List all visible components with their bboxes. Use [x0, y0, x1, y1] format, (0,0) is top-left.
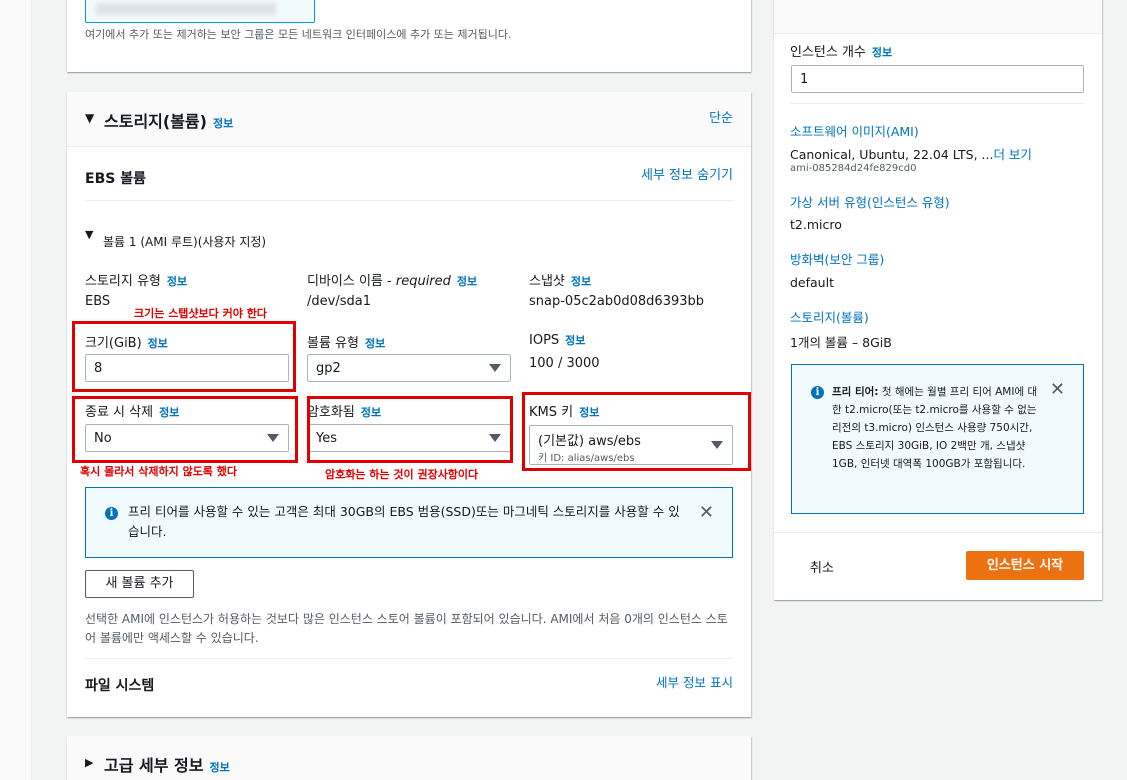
ami-instance-store-note: 선택한 AMI에 인스턴스가 허용하는 것보다 많은 인스턴스 스토어 볼륨이 … — [85, 612, 728, 645]
storage-type-value: EBS — [85, 294, 111, 309]
expand-caret-icon[interactable]: ▶ — [85, 756, 93, 769]
instance-type-link[interactable]: 가상 서버 유형(인스턴스 유형) — [790, 192, 950, 211]
firewall-link[interactable]: 방화벽(보안 그룹) — [790, 249, 884, 268]
device-name-label: 디바이스 이름 - required 정보 — [307, 274, 478, 289]
free-tier-alert: i 프리 티어를 사용할 수 있는 고객은 최대 30GB의 EBS 범용(SS… — [85, 487, 733, 558]
advanced-details-card: ▶ 고급 세부 정보 정보 — [67, 736, 751, 780]
encrypt-annotation: 암호화는 하는 것이 권장사항이다 — [325, 468, 479, 481]
launch-instance-button[interactable]: 인스턴스 시작 — [966, 551, 1084, 580]
iops-value: 100 / 3000 — [529, 356, 600, 371]
advanced-info-link[interactable]: 정보 — [209, 761, 229, 774]
summary-header — [774, 0, 1102, 34]
storage-link[interactable]: 스토리지(볼륨) — [790, 307, 869, 326]
volume-caret-icon[interactable]: ▼ — [85, 228, 93, 241]
kms-highlight-box — [522, 392, 751, 471]
storage-type-info[interactable]: 정보 — [167, 275, 187, 288]
storage-info-link[interactable]: 정보 — [213, 117, 233, 130]
iops-info[interactable]: 정보 — [565, 334, 585, 347]
ami-value: Canonical, Ubuntu, 22.04 LTS, ...더 보기 — [790, 147, 1032, 162]
device-name-value: /dev/sda1 — [307, 294, 371, 309]
volume-type-info[interactable]: 정보 — [365, 337, 385, 350]
security-group-note: 여기에서 추가 또는 제거하는 보안 그룹은 모든 네트워크 인터페이스에 추가… — [85, 28, 512, 41]
summary-panel: 인스턴스 개수 정보 1 소프트웨어 이미지(AMI) Canonical, Ub… — [774, 0, 1102, 600]
storage-summary-value: 1개의 볼륨 – 8GiB — [790, 335, 892, 350]
info-icon: i — [105, 507, 118, 520]
snapshot-info[interactable]: 정보 — [571, 275, 591, 288]
show-details-link[interactable]: 세부 정보 표시 — [656, 672, 733, 691]
ebs-divider — [85, 200, 733, 201]
simple-mode-link[interactable]: 단순 — [709, 107, 733, 126]
instance-count-info[interactable]: 정보 — [872, 46, 892, 59]
encrypted-highlight-box — [307, 396, 513, 463]
firewall-value: default — [790, 275, 834, 290]
ami-more-link[interactable]: 더 보기 — [993, 147, 1031, 162]
close-icon[interactable]: ✕ — [699, 504, 714, 522]
snapshot-value: snap-05c2ab0d08d6393bb — [529, 294, 705, 309]
delete-highlight-box — [72, 396, 298, 463]
collapse-caret-icon[interactable]: ▼ — [85, 111, 94, 125]
instance-type-value: t2.micro — [790, 217, 842, 232]
security-group-selector[interactable]: ✕ — [85, 0, 315, 23]
summary-divider — [790, 103, 1084, 104]
summary-free-tier-text: 프리 티어: 첫 해에는 월별 프리 티어 AMI에 대한 t2.micro(또… — [832, 386, 1038, 470]
instance-count-label: 인스턴스 개수 정보 — [790, 45, 893, 60]
ami-id: ami-085284d24fe829cd0 — [790, 163, 917, 174]
free-tier-alert-text: 프리 티어를 사용할 수 있는 고객은 최대 30GB의 EBS 범용(SSD)… — [128, 504, 680, 539]
file-system-title: 파일 시스템 — [85, 678, 155, 694]
security-group-card: ✕ 여기에서 추가 또는 제거하는 보안 그룹은 모든 네트워크 인터페이스에 … — [67, 0, 751, 72]
snapshot-label: 스냅샷 정보 — [529, 274, 592, 289]
summary-footer-divider — [774, 532, 1102, 533]
iops-label: IOPS 정보 — [529, 333, 586, 348]
remove-icon[interactable]: ✕ — [299, 0, 310, 3]
hide-details-link[interactable]: 세부 정보 숨기기 — [641, 164, 733, 183]
size-highlight-box — [72, 321, 296, 392]
delete-annotation: 혹시 몰라서 삭제하지 않도록 했다 — [80, 465, 237, 478]
close-icon[interactable]: ✕ — [1050, 381, 1065, 399]
volume-type-select[interactable]: gp2 — [307, 354, 511, 382]
size-annotation: 크기는 스탭샷보다 커야 한다 — [134, 307, 267, 320]
storage-type-label: 스토리지 유형 정보 — [85, 274, 188, 289]
chevron-down-icon — [489, 364, 501, 372]
storage-title: 스토리지(볼륨) 정보 — [104, 112, 234, 131]
info-icon: i — [811, 386, 824, 399]
volume-type-label: 볼륨 유형 정보 — [307, 336, 386, 351]
left-gutter — [0, 0, 32, 780]
volume-title: 볼륨 1 (AMI 루트)(사용자 지정) — [103, 235, 267, 249]
advanced-details-title: 고급 세부 정보 정보 — [104, 756, 230, 775]
instance-count-input[interactable]: 1 — [791, 65, 1084, 93]
summary-free-tier-alert: i 프리 티어: 첫 해에는 월별 프리 티어 AMI에 대한 t2.micro… — [791, 364, 1084, 514]
file-system-divider — [85, 658, 733, 659]
ebs-volumes-title: EBS 볼륨 — [85, 171, 146, 187]
ami-link[interactable]: 소프트웨어 이미지(AMI) — [790, 121, 919, 140]
device-name-info[interactable]: 정보 — [457, 275, 477, 288]
blurred-token — [96, 3, 276, 15]
cancel-button[interactable]: 취소 — [810, 557, 834, 576]
add-volume-button[interactable]: 새 볼륨 추가 — [85, 570, 194, 598]
